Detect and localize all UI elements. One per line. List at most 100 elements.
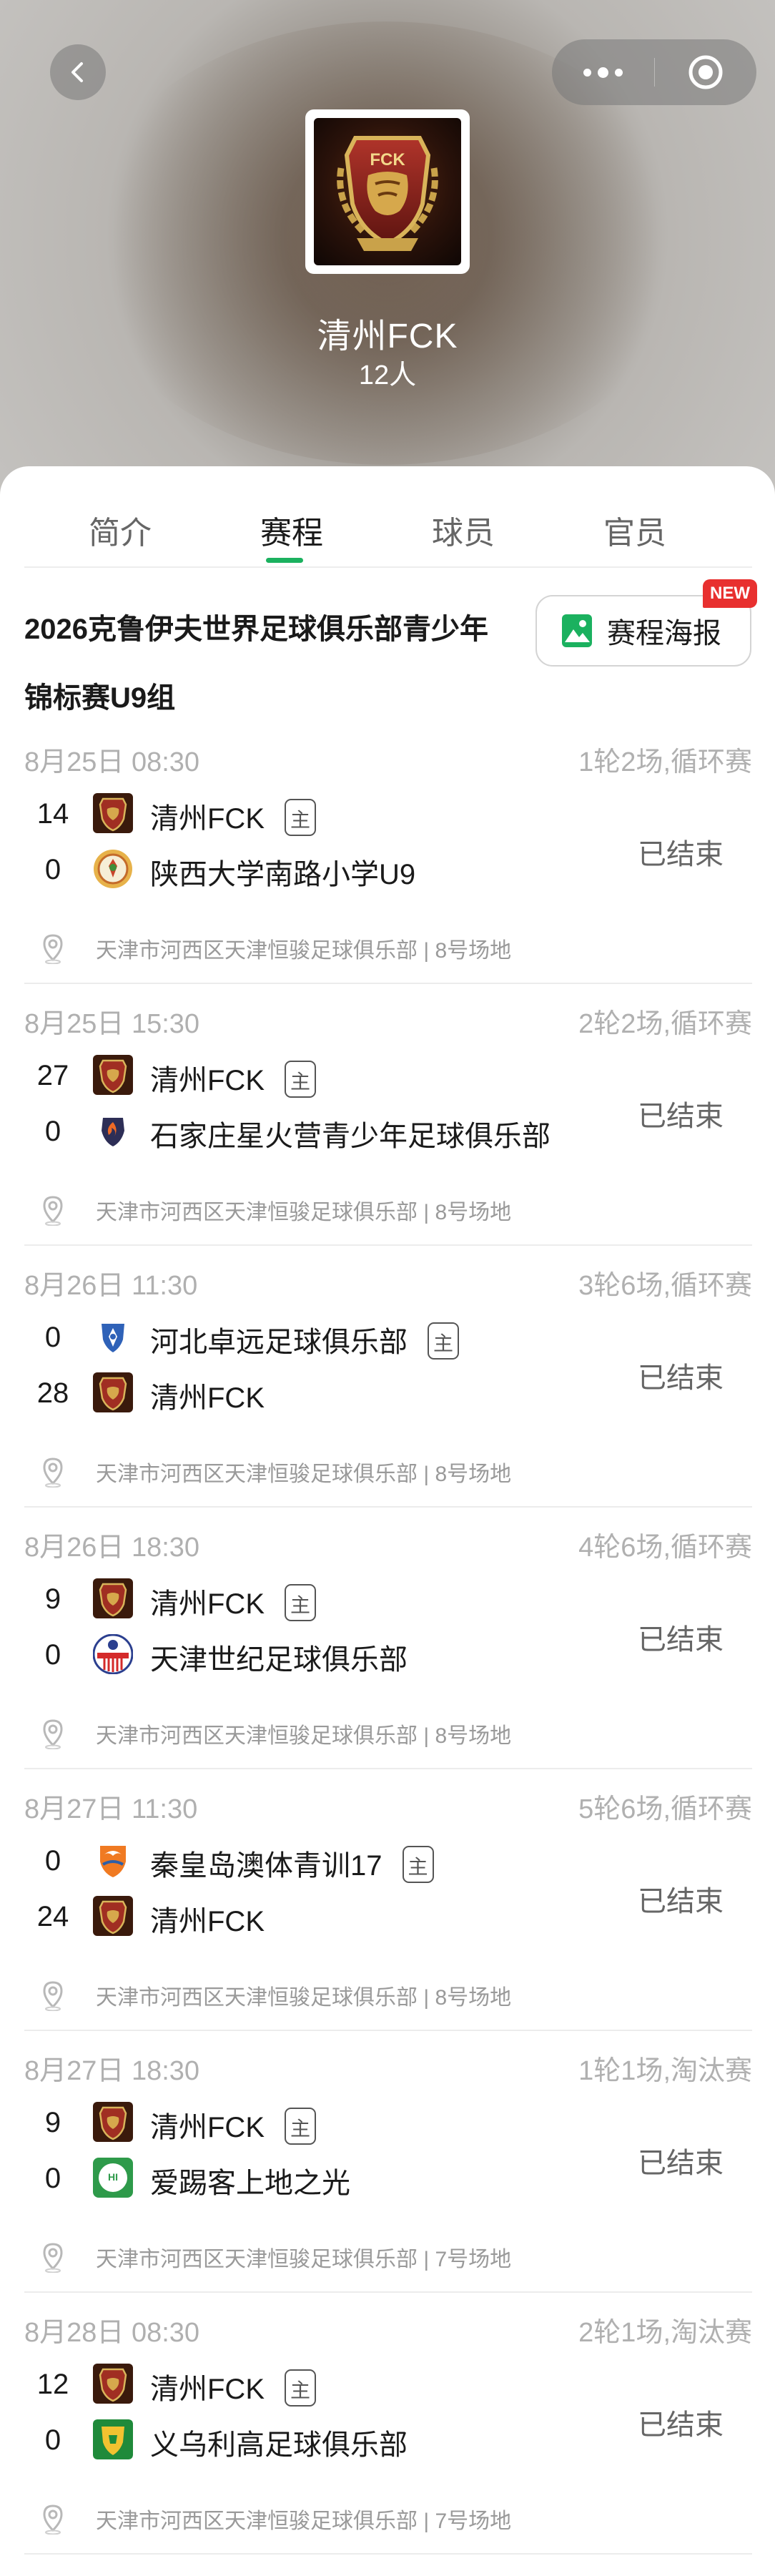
match-date: 8月27日 18:30 [24, 2056, 200, 2086]
team-name-text: 天津世纪足球俱乐部 [150, 1644, 408, 1676]
team-score: 0 [44, 1845, 61, 1877]
match-card[interactable]: 8月25日 08:30 1轮2场,循环赛 14 清州FCK 主 0 陕西大学南路小学U9 已结… [24, 724, 752, 984]
match-card[interactable]: 8月26日 18:30 4轮6场,循环赛 9 清州FCK 主 0 天津世纪足球俱乐部 已结束 … [24, 1509, 752, 1769]
more-dot-icon [597, 67, 608, 78]
match-date: 8月27日 11:30 [24, 1794, 198, 1824]
team-logo-icon [93, 1840, 133, 1880]
more-button[interactable] [552, 39, 654, 105]
team-header: FCK 清州FCK 12人 [0, 0, 775, 501]
match-round: 1轮1场,淘汰赛 [578, 2056, 752, 2086]
team-logo-icon [93, 849, 133, 889]
team-logo-icon [93, 1055, 133, 1095]
team-score: 27 [36, 1060, 69, 1091]
match-card[interactable]: 8月28日 08:30 2轮1场,淘汰赛 12 清州FCK 主 0 义乌利高足球俱乐部 已结束… [24, 2294, 752, 2555]
team-row: 27 清州FCK 主 [24, 1050, 596, 1100]
team-row: 0 陕西大学南路小学U9 [24, 844, 596, 894]
team-logo-icon [93, 1634, 133, 1674]
team-score: 0 [44, 1322, 61, 1353]
team-name-label: 清州FCK 主 [150, 1057, 316, 1101]
team-logo-icon [93, 1111, 133, 1151]
team-logo-icon [93, 1896, 133, 1936]
match-date: 8月26日 11:30 [24, 1271, 198, 1301]
match-date: 8月26日 18:30 [24, 1533, 200, 1563]
location-pin-icon [43, 1719, 63, 1749]
more-dot-icon [583, 68, 591, 77]
team-row: 0 天津世纪足球俱乐部 [24, 1629, 596, 1679]
team-row: 9 清州FCK 主 [24, 2097, 596, 2147]
match-venue: 天津市河西区天津恒骏足球俱乐部 | 8号场地 [24, 1194, 511, 1226]
team-name-label: 爱踢客上地之光 [150, 2160, 350, 2201]
location-pin-icon [43, 1457, 63, 1488]
team-name-text: 清州FCK [150, 1906, 265, 1937]
team-row: 0 HI 爱踢客上地之光 [24, 2153, 596, 2203]
match-card[interactable]: 8月26日 11:30 3轮6场,循环赛 0 河北卓远足球俱乐部 主 28 清州FCK 已结束… [24, 1247, 752, 1508]
new-badge: NEW [703, 579, 757, 608]
home-badge-label: 主 [290, 1594, 310, 1617]
team-score: 0 [44, 1639, 61, 1671]
team-name-text: 清州FCK [150, 1065, 265, 1096]
team-name-text: 义乌利高足球俱乐部 [150, 2429, 408, 2461]
home-badge: 主 [285, 1584, 316, 1622]
tab-officials[interactable]: 官员 [563, 507, 706, 553]
team-name-label: 秦皇岛澳体青训17 主 [150, 1842, 434, 1886]
match-date: 8月25日 15:30 [24, 1009, 200, 1039]
team-score: 9 [44, 1583, 61, 1615]
match-status: 已结束 [638, 1101, 724, 1132]
team-score: 28 [36, 1377, 69, 1409]
miniprogram-capsule [552, 39, 756, 105]
venue-text: 天津市河西区天津恒骏足球俱乐部 | 8号场地 [96, 1462, 512, 1486]
match-status: 已结束 [638, 2409, 724, 2441]
match-venue: 天津市河西区天津恒骏足球俱乐部 | 8号场地 [24, 1980, 511, 2011]
match-round: 4轮6场,循环赛 [578, 1533, 752, 1563]
tab-divider [24, 566, 752, 568]
image-icon [562, 614, 592, 647]
venue-text: 天津市河西区天津恒骏足球俱乐部 | 7号场地 [96, 2248, 512, 2271]
competition-title-line: 锦标赛U9组 [24, 682, 176, 714]
team-name-label: 清州FCK [150, 1375, 265, 1416]
team-logo-icon [93, 1578, 133, 1618]
team-name-text: 清州FCK [150, 2112, 265, 2143]
team-row: 0 石家庄星火营青少年足球俱乐部 [24, 1106, 596, 1156]
team-name-label: 河北卓远足球俱乐部 主 [150, 1319, 459, 1362]
team-score: 12 [36, 2369, 69, 2400]
svg-text:HI: HI [108, 2171, 118, 2183]
target-circle-icon [688, 55, 723, 89]
match-round: 2轮1场,淘汰赛 [578, 2318, 752, 2348]
match-round: 5轮6场,循环赛 [578, 1794, 752, 1824]
team-logo-icon [93, 2364, 133, 2404]
team-row: 9 清州FCK 主 [24, 1573, 596, 1623]
match-card[interactable]: 8月27日 18:30 1轮1场,淘汰赛 9 清州FCK 主 0 HI 爱踢客上地之光 已结束 … [24, 2032, 752, 2293]
competition-title-line: 2026克鲁伊夫世界足球俱乐部青少年 [24, 614, 488, 645]
team-score: 0 [44, 854, 61, 885]
match-round: 2轮2场,循环赛 [578, 1009, 752, 1039]
tab-active-indicator [266, 558, 303, 563]
match-date: 8月28日 08:30 [24, 2318, 200, 2348]
team-name-label: 清州FCK 主 [150, 1580, 316, 1624]
close-miniprogram-button[interactable] [655, 39, 757, 105]
team-row: 12 清州FCK 主 [24, 2359, 596, 2409]
team-name-label: 清州FCK [150, 1898, 265, 1940]
tab-intro[interactable]: 简介 [49, 507, 192, 553]
team-score: 0 [44, 2163, 61, 2194]
match-status: 已结束 [638, 1886, 724, 1917]
venue-text: 天津市河西区天津恒骏足球俱乐部 | 8号场地 [96, 1986, 512, 2010]
venue-text: 天津市河西区天津恒骏足球俱乐部 | 7号场地 [96, 2509, 512, 2533]
back-button[interactable] [50, 44, 106, 100]
team-score: 0 [44, 2424, 61, 2456]
team-name-text: 爱踢客上地之光 [150, 2168, 350, 2199]
team-row: 14 清州FCK 主 [24, 788, 596, 838]
match-round: 1轮2场,循环赛 [578, 747, 752, 777]
venue-text: 天津市河西区天津恒骏足球俱乐部 | 8号场地 [96, 939, 512, 963]
match-venue: 天津市河西区天津恒骏足球俱乐部 | 8号场地 [24, 1718, 511, 1749]
team-score: 24 [36, 1901, 69, 1932]
tab-schedule[interactable]: 赛程 [220, 507, 363, 553]
team-name-text: 河北卓远足球俱乐部 [150, 1327, 408, 1358]
home-badge: 主 [285, 799, 316, 837]
match-card[interactable]: 8月25日 15:30 2轮2场,循环赛 27 清州FCK 主 0 石家庄星火营青少年足球俱… [24, 985, 752, 1246]
match-status: 已结束 [638, 1624, 724, 1656]
match-card[interactable]: 8月27日 11:30 5轮6场,循环赛 0 秦皇岛澳体青训17 主 24 清州FCK 已结束… [24, 1771, 752, 2031]
team-name-label: 天津世纪足球俱乐部 [150, 1636, 408, 1678]
home-badge: 主 [285, 2108, 316, 2145]
tab-players[interactable]: 球员 [392, 507, 535, 553]
venue-text: 天津市河西区天津恒骏足球俱乐部 | 8号场地 [96, 1724, 512, 1748]
